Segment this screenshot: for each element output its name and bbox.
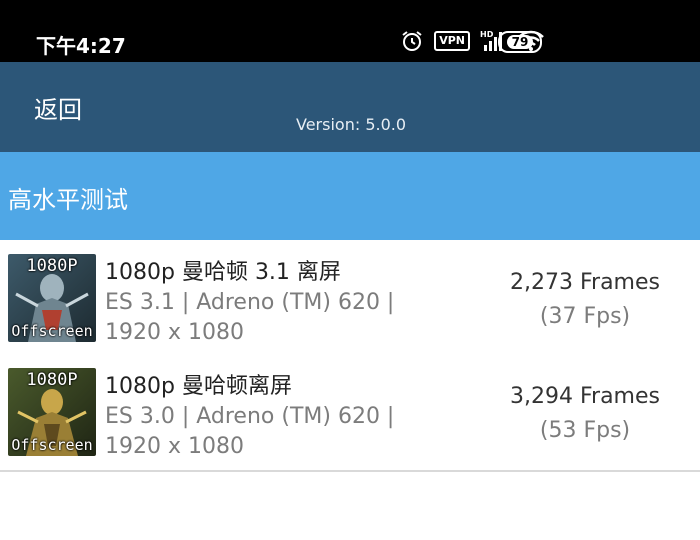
test-detail: ES 3.1 | Adreno (TM) 620 | 1920 x 1080 [105, 290, 395, 345]
section-header: 高水平测试 [0, 152, 700, 240]
test-name: 1080p 曼哈顿 3.1 离屏 [105, 260, 341, 285]
svg-text:HD: HD [480, 30, 494, 39]
app-bar: 返回 Version: 5.0.0 [0, 62, 700, 152]
test-score: 3,294 Frames [510, 384, 660, 409]
thumb-resolution: 1080P [26, 370, 78, 390]
test-score: 2,273 Frames [510, 270, 660, 295]
thumb-resolution: 1080P [26, 256, 78, 276]
status-bar: 下午4:27 VPN HD 79 [0, 0, 700, 62]
status-time: 下午4:27 [36, 34, 126, 58]
test-fps: (37 Fps) [539, 304, 631, 329]
test-detail: ES 3.0 | Adreno (TM) 620 | 1920 x 1080 [105, 404, 395, 459]
test-fps: (53 Fps) [539, 418, 631, 443]
version-label: Version: 5.0.0 [296, 115, 407, 134]
test-name: 1080p 曼哈顿离屏 [105, 374, 292, 399]
vpn-icon: VPN [434, 31, 470, 51]
battery-icon: 79 [498, 31, 542, 53]
thumb-mode: Offscreen [11, 322, 93, 340]
test-thumbnail: 1080P Offscreen [8, 254, 96, 342]
alarm-icon [400, 29, 424, 53]
back-button[interactable]: 返回 [34, 90, 82, 125]
battery-level: 79 [506, 35, 534, 49]
result-row[interactable]: 1080P Offscreen 1080p 曼哈顿 3.1 离屏 ES 3.1 … [0, 242, 700, 358]
thumb-mode: Offscreen [11, 436, 93, 454]
section-title: 高水平测试 [8, 186, 128, 214]
result-row[interactable]: 1080P Offscreen 1080p 曼哈顿离屏 ES 3.0 | Adr… [0, 356, 700, 472]
test-thumbnail: 1080P Offscreen [8, 368, 96, 456]
